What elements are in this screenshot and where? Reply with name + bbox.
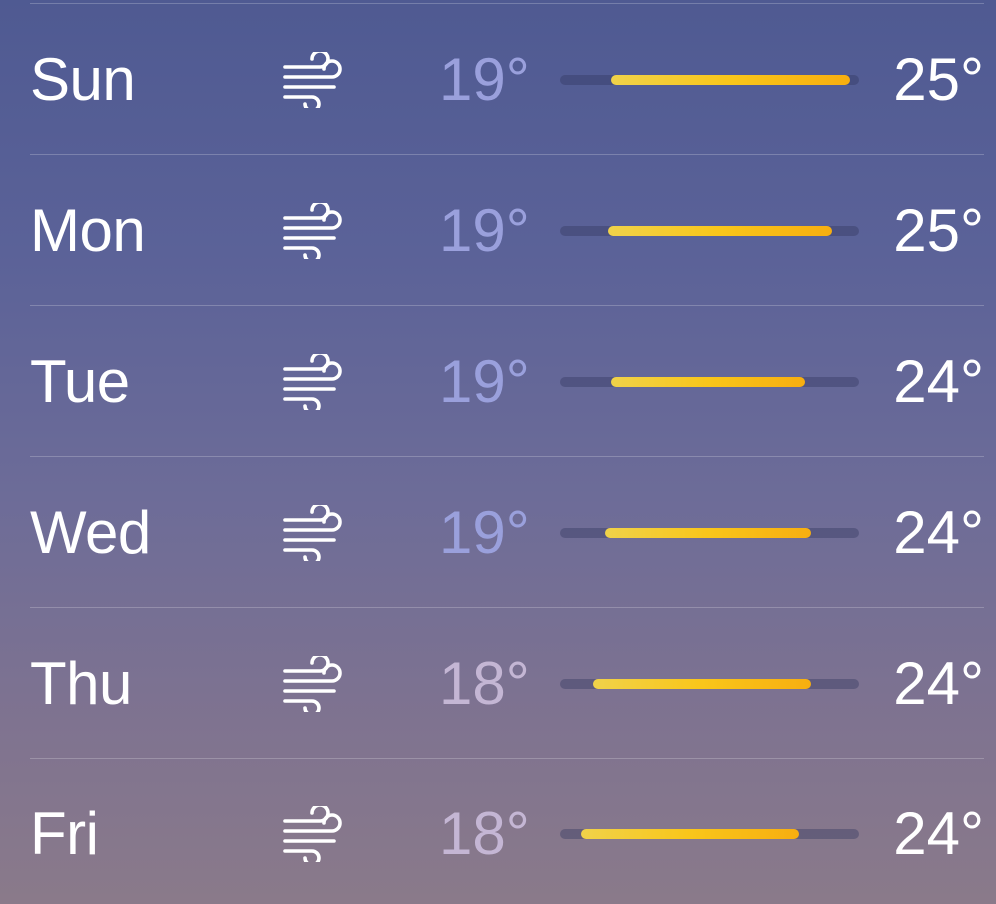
- forecast-row-mon[interactable]: Mon 19° 25°: [30, 155, 984, 306]
- day-label: Tue: [30, 347, 130, 415]
- wind-icon: [283, 655, 342, 712]
- low-temp: 19°: [439, 347, 530, 415]
- temp-range-bar: [560, 678, 859, 689]
- temp-range-fill: [607, 225, 833, 236]
- temp-range-fill: [592, 678, 812, 689]
- low-temp: 19°: [439, 196, 530, 264]
- day-label: Mon: [30, 196, 146, 264]
- low-temp: 18°: [439, 649, 530, 717]
- daily-forecast-list: Sun 19° 25° Mon 19° 25° Tue 19° 24° Wed …: [30, 0, 984, 904]
- temp-range-fill: [610, 376, 806, 387]
- day-label: Fri: [30, 800, 99, 868]
- temp-range-fill: [604, 527, 812, 538]
- wind-icon: [283, 353, 342, 410]
- day-label: Sun: [30, 45, 136, 113]
- temp-range-bar: [560, 376, 859, 387]
- forecast-row-wed[interactable]: Wed 19° 24°: [30, 457, 984, 608]
- forecast-row-tue[interactable]: Tue 19° 24°: [30, 306, 984, 457]
- temp-range-bar: [560, 829, 859, 840]
- high-temp: 24°: [893, 800, 984, 868]
- temp-range-bar: [560, 74, 859, 85]
- high-temp: 24°: [893, 498, 984, 566]
- low-temp: 19°: [439, 498, 530, 566]
- wind-icon: [283, 504, 342, 561]
- wind-icon: [283, 806, 342, 863]
- temp-range-bar: [560, 225, 859, 236]
- temp-range-bar: [560, 527, 859, 538]
- forecast-row-fri[interactable]: Fri 18° 24°: [30, 759, 984, 904]
- low-temp: 19°: [439, 45, 530, 113]
- forecast-row-thu[interactable]: Thu 18° 24°: [30, 608, 984, 759]
- wind-icon: [283, 51, 342, 108]
- high-temp: 24°: [893, 347, 984, 415]
- temp-range-fill: [610, 74, 851, 85]
- high-temp: 24°: [893, 649, 984, 717]
- high-temp: 25°: [893, 45, 984, 113]
- day-label: Thu: [30, 649, 132, 717]
- temp-range-fill: [580, 829, 800, 840]
- wind-icon: [283, 202, 342, 259]
- day-label: Wed: [30, 498, 151, 566]
- high-temp: 25°: [893, 196, 984, 264]
- forecast-row-sun[interactable]: Sun 19° 25°: [30, 4, 984, 155]
- low-temp: 18°: [439, 800, 530, 868]
